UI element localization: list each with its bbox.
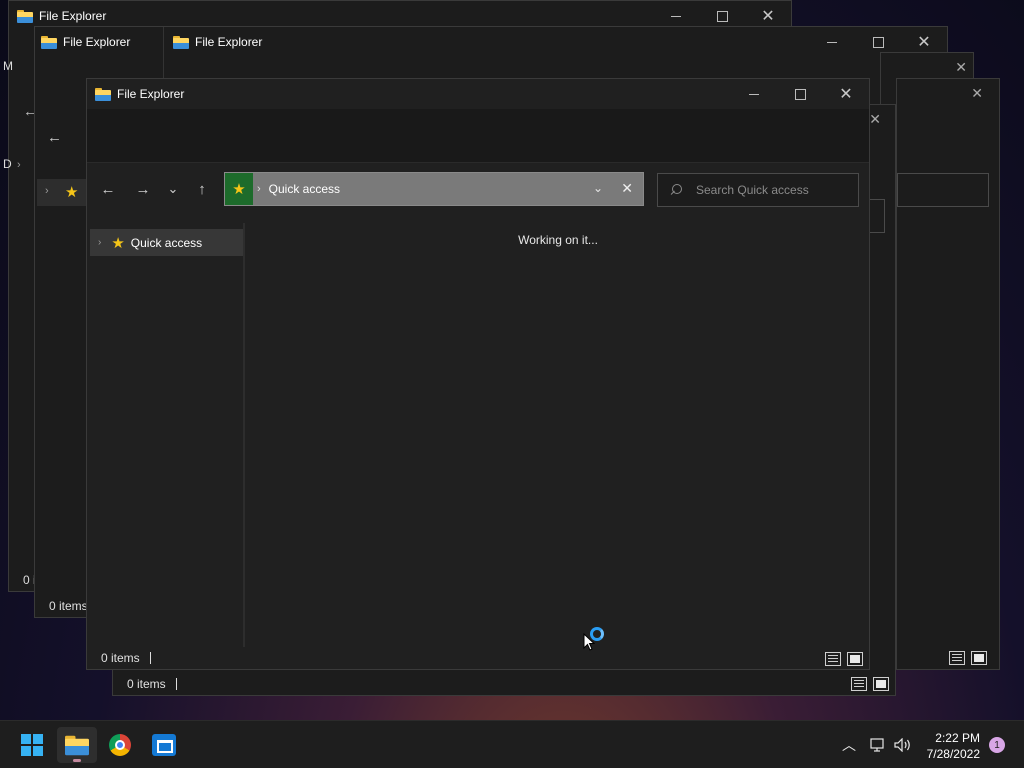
- navigation-bar: ← → ⌄ ↑ ★ › Quick access ⌄ ✕ Search Quic…: [87, 163, 869, 215]
- text-caret: [149, 652, 151, 664]
- search-icon: [670, 184, 682, 196]
- network-icon[interactable]: [870, 738, 886, 752]
- background-window-2-title: File Explorer: [41, 35, 130, 49]
- back-button[interactable]: ←: [95, 176, 121, 202]
- navigation-pane: › ★ Quick access: [87, 223, 245, 647]
- background-window-1-title: File Explorer: [17, 9, 106, 23]
- window-controls: ✕: [731, 79, 869, 109]
- chrome-icon: [109, 734, 131, 756]
- taskbar-chrome[interactable]: [100, 727, 140, 763]
- folder-icon: [17, 9, 33, 23]
- up-button[interactable]: ↑: [189, 176, 215, 202]
- chevron-right-icon[interactable]: ›: [17, 159, 21, 171]
- ribbon: [87, 109, 869, 163]
- back-arrow-icon[interactable]: ←: [47, 129, 62, 146]
- chevron-down-icon[interactable]: ⌄: [593, 181, 603, 195]
- close-button[interactable]: ✕: [823, 79, 869, 109]
- close-icon[interactable]: ✕: [869, 111, 881, 128]
- background-statusbar: 0 items: [127, 677, 177, 691]
- large-icons-view-icon[interactable]: [847, 652, 863, 666]
- folder-icon: [41, 35, 57, 49]
- maximize-button[interactable]: [777, 79, 823, 109]
- clock[interactable]: 2:22 PM 7/28/2022: [927, 730, 980, 762]
- sidebar-item[interactable]: › ★: [37, 179, 87, 206]
- background-window-5: ✕: [896, 78, 1000, 670]
- address-path[interactable]: Quick access: [269, 182, 340, 196]
- forward-button[interactable]: →: [130, 176, 156, 202]
- close-icon[interactable]: ✕: [955, 59, 967, 76]
- file-explorer-window: File Explorer ✕ ← → ⌄ ↑ ★ › Quick access…: [86, 78, 870, 670]
- clear-address-icon[interactable]: ✕: [621, 180, 633, 197]
- close-icon[interactable]: ✕: [971, 85, 983, 102]
- details-view-icon[interactable]: [949, 651, 965, 665]
- background-view-buttons: [949, 651, 987, 665]
- view-buttons: [825, 652, 863, 666]
- sidebar-item-label: Quick access: [130, 235, 203, 250]
- start-button[interactable]: [12, 727, 52, 763]
- large-icons-view-icon[interactable]: [873, 677, 889, 691]
- star-icon: ★: [232, 181, 246, 198]
- show-hidden-icons-icon[interactable]: ︿: [842, 735, 856, 755]
- star-icon: ★: [65, 184, 79, 201]
- minimize-icon[interactable]: [809, 27, 855, 57]
- address-location-icon: ★: [225, 173, 253, 205]
- large-icons-view-icon[interactable]: [971, 651, 987, 665]
- content-pane: Working on it...: [247, 223, 869, 647]
- background-view-buttons: [851, 677, 889, 691]
- status-bar: 0 items: [87, 647, 869, 669]
- clock-date: 7/28/2022: [926, 747, 980, 761]
- taskbar-file-explorer[interactable]: [57, 727, 97, 763]
- folder-icon: [173, 35, 189, 49]
- store-icon: [152, 734, 176, 756]
- chevron-right-icon[interactable]: ›: [98, 237, 101, 248]
- edge-letter: D: [3, 157, 12, 171]
- folder-icon: [95, 87, 111, 101]
- taskbar-store[interactable]: [144, 727, 184, 763]
- taskbar: ︿ 2:22 PM 7/28/2022 1: [0, 720, 1024, 768]
- details-view-icon[interactable]: [851, 677, 867, 691]
- mouse-pointer-icon: [583, 633, 595, 651]
- windows-logo-icon: [21, 734, 43, 756]
- item-count: 0 items: [101, 651, 140, 665]
- window-title: File Explorer: [117, 87, 185, 101]
- clock-time: 2:22 PM: [935, 731, 980, 745]
- search-box[interactable]: Search Quick access: [657, 173, 859, 207]
- sidebar-item-quick-access[interactable]: › ★ Quick access: [90, 229, 243, 256]
- recent-locations-button[interactable]: ⌄: [160, 176, 186, 202]
- notification-badge[interactable]: 1: [989, 737, 1005, 753]
- loading-message: Working on it...: [518, 233, 598, 247]
- minimize-button[interactable]: [731, 79, 777, 109]
- background-window-3-title: File Explorer: [173, 35, 262, 49]
- details-view-icon[interactable]: [825, 652, 841, 666]
- star-icon: ★: [111, 234, 125, 252]
- folder-icon: [65, 735, 89, 755]
- background-statusbar: 0 items: [49, 599, 88, 613]
- search-input[interactable]: Search Quick access: [696, 183, 809, 197]
- system-tray: ︿: [842, 721, 912, 768]
- volume-icon[interactable]: [894, 738, 912, 752]
- edge-letter: M: [3, 59, 13, 73]
- address-bar[interactable]: ★ › Quick access ⌄ ✕: [224, 172, 644, 206]
- search-box[interactable]: [897, 173, 989, 207]
- breadcrumb-separator-icon[interactable]: ›: [257, 183, 261, 195]
- chevron-right-icon: ›: [45, 185, 49, 197]
